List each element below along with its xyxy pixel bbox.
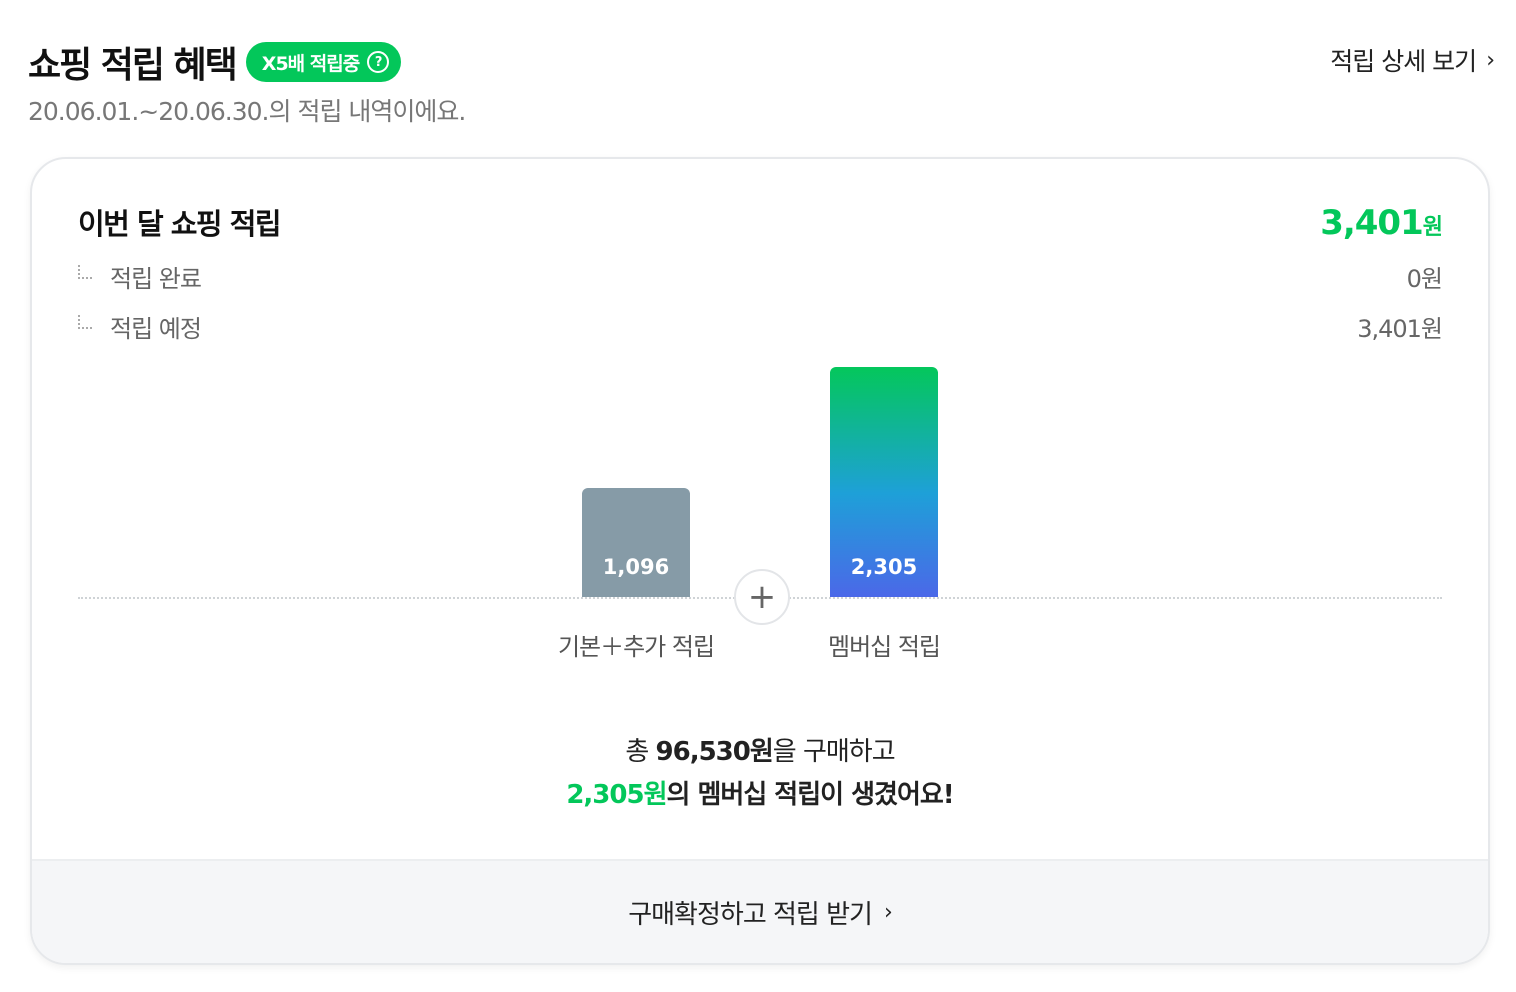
summary-membership-amount: 2,305원: [566, 780, 667, 810]
badge-label: X5배 적립중: [261, 52, 360, 75]
bar-basic-value: 1,096: [602, 555, 670, 579]
detail-link-label: 적립 상세 보기: [1330, 47, 1477, 76]
bar-membership: 2,305: [830, 367, 938, 597]
summary-purchase-amount: 96,530원: [655, 737, 774, 767]
help-icon[interactable]: ?: [367, 51, 390, 73]
monthly-total-value: 3,401: [1320, 203, 1424, 243]
chevron-right-icon: ›: [1486, 47, 1495, 73]
chevron-right-icon: ›: [883, 899, 893, 925]
completed-label: 적립 완료: [110, 265, 202, 293]
bar-membership-label: 멤버십 적립: [827, 633, 941, 661]
multiplier-badge[interactable]: X5배 적립중 ?: [245, 42, 402, 82]
bar-membership-value: 2,305: [850, 555, 918, 579]
scheduled-value: 3,401원: [1357, 315, 1443, 343]
monthly-total-unit: 원: [1422, 215, 1443, 240]
page-title: 쇼핑 적립 혜택: [28, 45, 238, 86]
summary-prefix: 총: [625, 737, 656, 767]
monthly-total-label: 이번 달 쇼핑 적립: [78, 207, 282, 241]
summary-line-2: 2,305원의 멤버십 적립이 생겼어요!: [32, 774, 1488, 817]
completed-value: 0원: [1406, 265, 1443, 293]
plus-icon: +: [734, 569, 790, 625]
scheduled-label: 적립 예정: [110, 315, 202, 343]
tree-branch-icon: [78, 314, 92, 329]
detail-link[interactable]: 적립 상세 보기 ›: [1330, 42, 1495, 78]
scheduled-row: 적립 예정 3,401원: [78, 309, 1443, 344]
summary-text: 총 96,530원을 구매하고 2,305원의 멤버십 적립이 생겼어요!: [32, 731, 1488, 817]
confirm-purchase-label: 구매확정하고 적립 받기: [628, 899, 873, 930]
monthly-total-amount: 3,401원: [1320, 203, 1443, 243]
summary-line-1: 총 96,530원을 구매하고: [32, 731, 1488, 774]
bar-basic-label: 기본＋추가 적립: [557, 633, 715, 661]
summary-suffix-1: 을 구매하고: [772, 737, 896, 767]
confirm-purchase-button[interactable]: 구매확정하고 적립 받기 ›: [32, 859, 1488, 963]
shopping-points-card: 이번 달 쇼핑 적립 3,401원 적립 완료 0원 적립 예정 3,401원 …: [30, 157, 1490, 965]
bar-basic: 1,096: [582, 488, 690, 597]
monthly-total-row: 이번 달 쇼핑 적립 3,401원: [78, 201, 1443, 243]
header-title: 쇼핑 적립 혜택 X5배 적립중 ?: [28, 36, 402, 88]
completed-row: 적립 완료 0원: [78, 259, 1443, 294]
period-text: 20.06.01.~20.06.30.의 적립 내역이에요.: [28, 97, 466, 126]
tree-branch-icon: [78, 264, 92, 279]
summary-suffix-2: 의 멤버십 적립이 생겼어요!: [666, 780, 955, 810]
